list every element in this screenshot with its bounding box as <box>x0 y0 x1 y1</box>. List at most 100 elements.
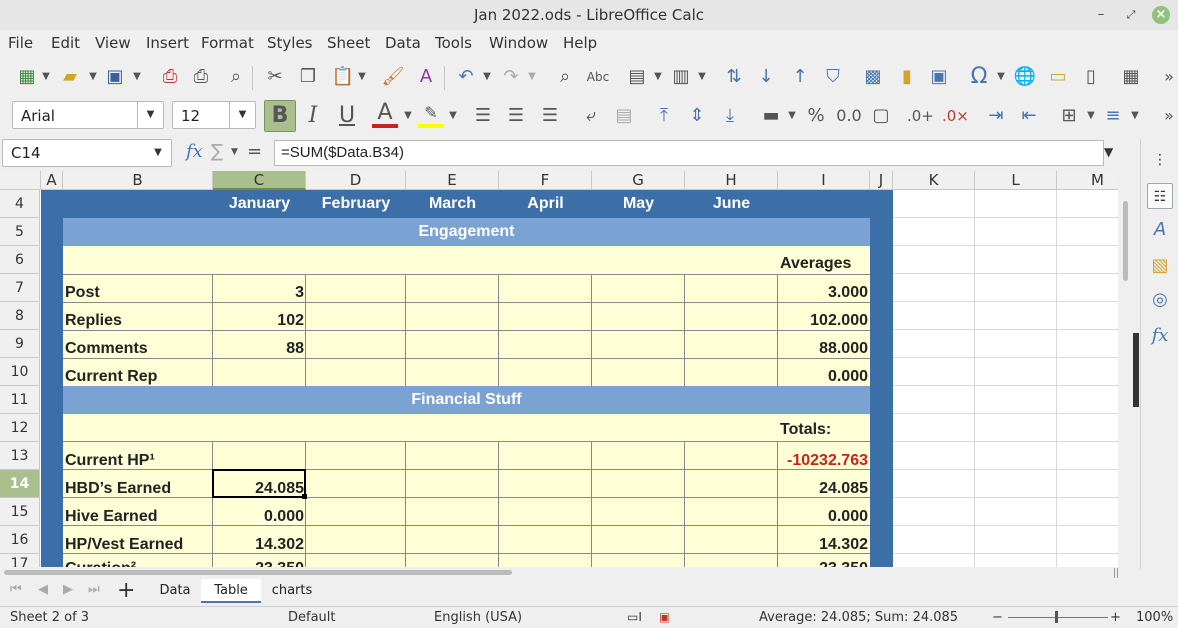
column-header-j[interactable]: J <box>870 171 893 190</box>
zoom-in-icon[interactable]: + <box>1110 610 1121 625</box>
selection-mode-icon[interactable]: ▭I <box>627 610 642 624</box>
sheet-tab-charts[interactable]: charts <box>262 579 322 603</box>
month-june[interactable]: June <box>685 190 778 218</box>
financial-total-hbd-earned[interactable]: 24.085 <box>778 475 868 503</box>
comment-icon[interactable]: ▭ <box>1045 62 1071 92</box>
insert-image-icon[interactable]: ▩ <box>860 62 886 92</box>
print-preview-icon[interactable]: ⌕ <box>223 62 249 92</box>
formula-equals-icon[interactable]: = <box>247 141 262 162</box>
engagement-jan-post[interactable]: 3 <box>213 279 304 307</box>
gallery-icon[interactable]: ▧ <box>1147 253 1173 279</box>
zoom-out-icon[interactable]: − <box>992 610 1003 625</box>
month-may[interactable]: May <box>592 190 685 218</box>
new-document-icon[interactable]: ▦ <box>14 62 40 92</box>
engagement-jan-comments[interactable]: 88 <box>213 335 304 363</box>
financial-jan-hive-earned[interactable]: 0.000 <box>213 503 304 531</box>
row-header-16[interactable]: 16 <box>0 526 40 554</box>
column-header-f[interactable]: F <box>499 171 592 190</box>
format-toolbar-overflow-icon[interactable]: » <box>1156 101 1178 131</box>
menu-format[interactable]: Format <box>201 34 254 52</box>
font-size-box[interactable]: 12 ▼ <box>172 101 256 129</box>
save-dropdown-icon[interactable]: ▼ <box>132 62 142 92</box>
restore-icon[interactable]: ⤢ <box>1122 6 1140 24</box>
row-header-7[interactable]: 7 <box>0 274 40 302</box>
freeze-rows-icon[interactable]: ▦ <box>1118 62 1144 92</box>
financial-section-title[interactable]: Financial Stuff <box>63 386 870 414</box>
date-format-icon[interactable]: ▢ <box>868 101 894 131</box>
find-replace-icon[interactable]: ⌕ <box>552 62 578 92</box>
properties-icon[interactable]: ☷ <box>1147 183 1173 209</box>
decrease-indent-icon[interactable]: ⇤ <box>1016 101 1042 131</box>
merge-center-icon[interactable]: ▤ <box>611 101 637 131</box>
increase-indent-icon[interactable]: ⇥ <box>983 101 1009 131</box>
expand-formula-icon[interactable]: ▼ <box>1104 145 1113 159</box>
sort-descending-icon[interactable]: ↑ <box>787 62 813 92</box>
sum-icon[interactable]: ∑ <box>211 141 223 162</box>
column-header-b[interactable]: B <box>63 171 213 190</box>
paste-icon[interactable]: 📋 <box>330 62 356 92</box>
row-dropdown-icon[interactable]: ▼ <box>653 62 663 92</box>
open-folder-icon[interactable]: ▰ <box>57 62 83 92</box>
clone-formatting-icon[interactable]: 🖌 <box>380 62 406 92</box>
page-style[interactable]: Default <box>288 610 336 625</box>
cut-icon[interactable]: ✂ <box>262 62 288 92</box>
column-header-c[interactable]: C <box>213 171 306 190</box>
column-dropdown-icon[interactable]: ▼ <box>697 62 707 92</box>
menu-edit[interactable]: Edit <box>51 34 80 52</box>
special-character-dropdown-icon[interactable]: ▼ <box>996 62 1006 92</box>
engagement-avg-post[interactable]: 3.000 <box>778 279 868 307</box>
horizontal-scrollbar[interactable] <box>0 567 1134 579</box>
save-icon[interactable]: ▣ <box>102 62 128 92</box>
column-icon[interactable]: ▥ <box>668 62 694 92</box>
undo-dropdown-icon[interactable]: ▼ <box>482 62 492 92</box>
column-header-i[interactable]: I <box>778 171 870 190</box>
delete-decimal-icon[interactable]: .0× <box>942 101 969 131</box>
active-cell-cursor[interactable] <box>212 469 306 498</box>
copy-icon[interactable]: ❐ <box>295 62 321 92</box>
borders-icon[interactable]: ⊞ <box>1056 101 1082 131</box>
add-decimal-icon[interactable]: .0+ <box>907 101 934 131</box>
toolbar-overflow-icon[interactable]: » <box>1156 62 1178 92</box>
row-header-5[interactable]: 5 <box>0 218 40 246</box>
financial-jan-curation[interactable]: 23.350 <box>213 555 304 567</box>
financial-total-hive-earned[interactable]: 0.000 <box>778 503 868 531</box>
financial-total-current-hp[interactable]: -10232.763 <box>778 447 868 475</box>
redo-icon[interactable]: ↷ <box>498 62 524 92</box>
print-icon[interactable]: ⎙ <box>188 62 214 92</box>
center-vertically-icon[interactable]: ⇕ <box>684 101 710 131</box>
row-header-13[interactable]: 13 <box>0 442 40 470</box>
sort-ascending-icon[interactable]: ↓ <box>753 62 779 92</box>
align-top-icon[interactable]: ⤒ <box>651 101 677 131</box>
zoom-slider[interactable] <box>1008 617 1108 618</box>
align-left-icon[interactable]: ☰ <box>470 101 496 131</box>
engagement-section-title[interactable]: Engagement <box>63 218 870 246</box>
horizontal-scroll-thumb[interactable] <box>4 570 512 575</box>
menu-insert[interactable]: Insert <box>146 34 189 52</box>
formula-input[interactable]: =SUM($Data.B34) <box>274 140 1104 166</box>
engagement-jan-replies[interactable]: 102 <box>213 307 304 335</box>
headers-footers-icon[interactable]: ▯ <box>1078 62 1104 92</box>
border-style-dropdown-icon[interactable]: ▼ <box>1130 101 1140 131</box>
align-center-icon[interactable]: ☰ <box>503 101 529 131</box>
highlight-color-icon[interactable]: ✎ <box>418 101 444 128</box>
language[interactable]: English (USA) <box>434 610 522 625</box>
menu-sheet[interactable]: Sheet <box>327 34 370 52</box>
column-header-e[interactable]: E <box>406 171 499 190</box>
italic-icon[interactable]: I <box>300 101 326 131</box>
functions-icon[interactable]: fx <box>1147 323 1173 349</box>
month-april[interactable]: April <box>499 190 592 218</box>
month-february[interactable]: February <box>306 190 406 218</box>
menu-styles[interactable]: Styles <box>267 34 313 52</box>
special-character-icon[interactable]: Ω <box>966 62 992 92</box>
column-header-h[interactable]: H <box>685 171 778 190</box>
column-header-m[interactable]: M <box>1057 171 1118 190</box>
hyperlink-icon[interactable]: 🌐 <box>1012 62 1038 92</box>
row-header-11[interactable]: 11 <box>0 386 40 414</box>
select-all-corner[interactable] <box>0 171 41 190</box>
first-sheet-icon[interactable]: ⏮ <box>10 582 22 597</box>
row-header-12[interactable]: 12 <box>0 414 40 442</box>
engagement-label-comments[interactable]: Comments <box>65 335 212 363</box>
row-header-10[interactable]: 10 <box>0 358 40 386</box>
open-dropdown-icon[interactable]: ▼ <box>88 62 98 92</box>
add-sheet-icon[interactable]: + <box>117 578 135 603</box>
